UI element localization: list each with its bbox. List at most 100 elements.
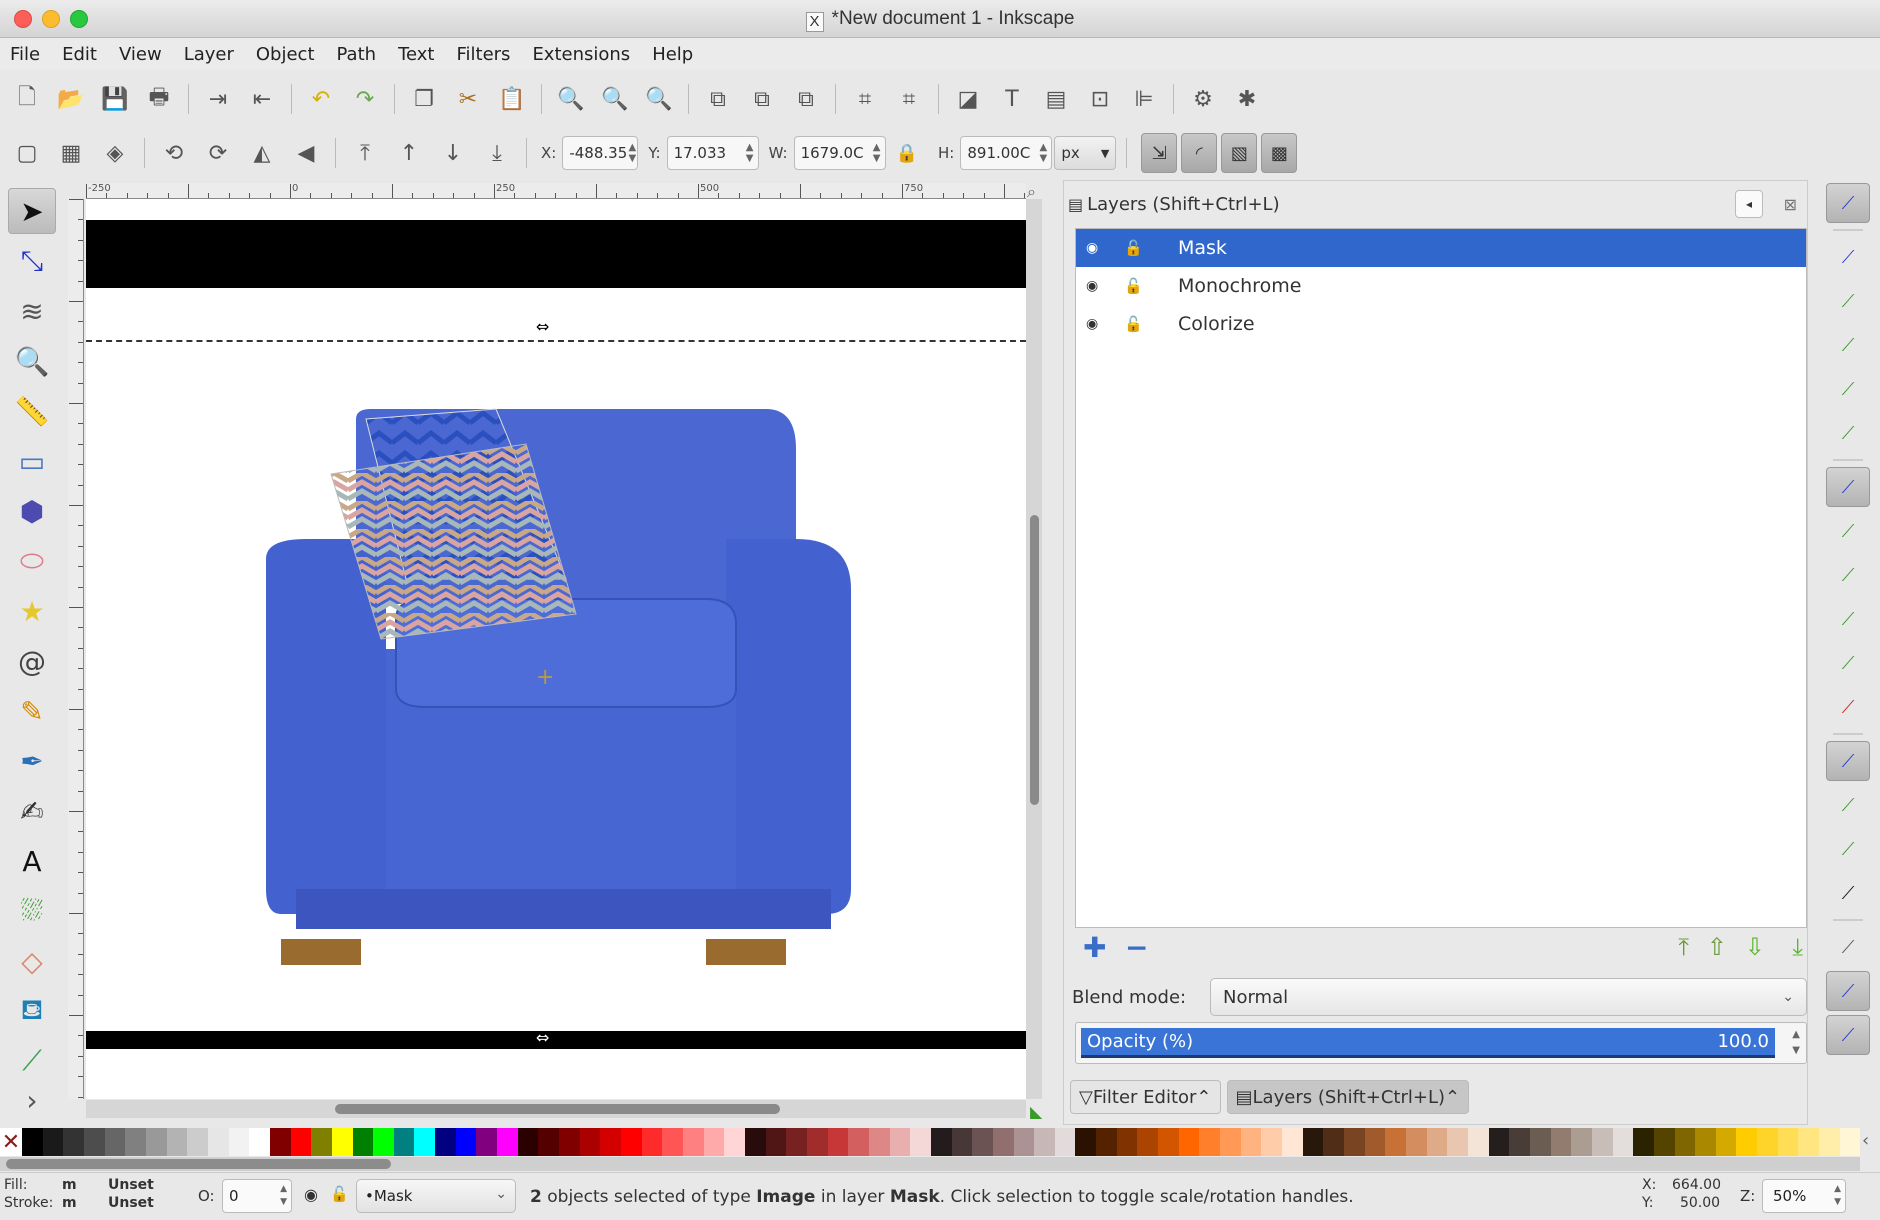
- color-swatch[interactable]: [290, 1128, 312, 1156]
- color-swatch[interactable]: [992, 1128, 1014, 1156]
- close-dock-button[interactable]: ⊠: [1784, 195, 1797, 214]
- menu-view[interactable]: View: [119, 44, 162, 65]
- color-swatch[interactable]: [1426, 1128, 1448, 1156]
- opacity-spinner[interactable]: ▲ ▼: [280, 1183, 287, 1209]
- duplicate-icon[interactable]: ⧉: [703, 84, 733, 114]
- color-swatch[interactable]: [83, 1128, 105, 1156]
- no-paint-swatch[interactable]: ✕: [0, 1128, 22, 1156]
- snap-page-border-icon[interactable]: ⟋: [1826, 927, 1870, 967]
- layer-visibility-icon[interactable]: ◉: [304, 1185, 318, 1204]
- undo-icon[interactable]: ↶: [306, 84, 336, 114]
- snap-bbox-edge-icon[interactable]: ⟋: [1826, 281, 1870, 321]
- transform-patterns-icon[interactable]: ▩: [1261, 133, 1298, 173]
- layer-row[interactable]: ◉ 🔓 Mask: [1076, 229, 1806, 267]
- lower-bottom-icon[interactable]: ⤓: [482, 138, 512, 168]
- pencil-tool-icon[interactable]: ✎: [8, 688, 56, 734]
- fill-stroke-icon[interactable]: ◪: [953, 84, 983, 114]
- raise-layer-top-button[interactable]: ⤒: [1678, 933, 1689, 961]
- menu-file[interactable]: File: [10, 44, 40, 65]
- x-field[interactable]: -488.35 ▲ ▼: [562, 136, 639, 170]
- color-swatch[interactable]: [621, 1128, 642, 1156]
- color-swatch[interactable]: [1302, 1128, 1324, 1156]
- y-field[interactable]: 17.033 ▲ ▼: [666, 136, 759, 170]
- layers-icon[interactable]: ▤: [1041, 84, 1071, 114]
- select-all-layers-icon[interactable]: ▦: [56, 138, 86, 168]
- zoom-spinner[interactable]: ▲ ▼: [1834, 1183, 1841, 1209]
- color-swatch[interactable]: [1695, 1128, 1716, 1156]
- color-swatch[interactable]: [1591, 1128, 1613, 1156]
- menu-text[interactable]: Text: [398, 44, 434, 65]
- color-swatch[interactable]: [1819, 1128, 1840, 1156]
- scale-stroke-icon[interactable]: ⇲: [1141, 133, 1178, 173]
- clone-icon[interactable]: ⧉: [747, 84, 777, 114]
- group-icon[interactable]: ⌗: [850, 84, 880, 114]
- flip-vertical-icon[interactable]: ◀: [291, 138, 321, 168]
- color-swatch[interactable]: [1488, 1128, 1510, 1156]
- color-swatch[interactable]: [848, 1128, 869, 1156]
- copy-icon[interactable]: ❐: [409, 84, 439, 114]
- color-swatch[interactable]: [1777, 1128, 1799, 1156]
- color-swatch[interactable]: [744, 1128, 766, 1156]
- color-swatch[interactable]: [765, 1128, 787, 1156]
- color-swatch[interactable]: [1633, 1128, 1654, 1156]
- scale-corners-icon[interactable]: ◜: [1181, 133, 1218, 173]
- color-swatch[interactable]: [1612, 1128, 1634, 1156]
- ellipse-tool-icon[interactable]: ⬭: [8, 538, 56, 584]
- unit-select[interactable]: px ▼: [1054, 136, 1117, 170]
- vertical-scroll-thumb[interactable]: [1030, 515, 1039, 805]
- color-swatch[interactable]: [166, 1128, 188, 1156]
- color-swatch[interactable]: [249, 1128, 270, 1156]
- snap-nodes-icon[interactable]: ⟋: [1826, 467, 1870, 507]
- connector-tool-icon[interactable]: ⟋: [8, 1038, 56, 1084]
- snap-bbox-center-icon[interactable]: ⟋: [1826, 413, 1870, 453]
- color-swatch[interactable]: [311, 1128, 332, 1156]
- snap-path-icon[interactable]: ⟋: [1826, 511, 1870, 551]
- color-swatch[interactable]: [1385, 1128, 1406, 1156]
- snap-guide-icon[interactable]: ⟋: [1826, 1015, 1870, 1055]
- canvas[interactable]: ⇔ + ⇔: [86, 199, 1026, 1099]
- rectangle-tool-icon[interactable]: ▭: [8, 438, 56, 484]
- raise-icon[interactable]: ↑: [394, 138, 424, 168]
- color-swatch[interactable]: [786, 1128, 807, 1156]
- color-swatch[interactable]: [104, 1128, 126, 1156]
- xml-editor-icon[interactable]: ⊡: [1085, 84, 1115, 114]
- redo-icon[interactable]: ↷: [350, 84, 380, 114]
- color-swatch[interactable]: [910, 1128, 931, 1156]
- color-swatch[interactable]: [1364, 1128, 1386, 1156]
- deselect-icon[interactable]: ◈: [100, 138, 130, 168]
- dock-tab-filter-editor[interactable]: ▽ Filter Editor ⌃: [1070, 1080, 1221, 1114]
- export-icon[interactable]: ⇤: [247, 84, 277, 114]
- visibility-eye-icon[interactable]: ◉: [1086, 316, 1106, 332]
- vertical-ruler[interactable]: [68, 199, 84, 1099]
- opacity-slider[interactable]: Opacity (%) 100.0 ▲ ▼: [1075, 1022, 1807, 1064]
- palette-menu-icon[interactable]: ‹: [1862, 1130, 1869, 1151]
- width-spinner[interactable]: ▲ ▼: [869, 142, 885, 164]
- color-swatch[interactable]: [435, 1128, 456, 1156]
- color-swatch[interactable]: [1220, 1128, 1241, 1156]
- transform-gradients-icon[interactable]: ▧: [1221, 133, 1258, 173]
- color-swatch[interactable]: [125, 1128, 146, 1156]
- rotate-cw-icon[interactable]: ⟳: [203, 138, 233, 168]
- dock-tab-layers[interactable]: ▤ Layers (Shift+Ctrl+L) ⌃: [1226, 1080, 1470, 1114]
- text-tool-icon[interactable]: A: [8, 838, 56, 884]
- lock-icon[interactable]: 🔓: [1124, 239, 1144, 257]
- color-swatch[interactable]: [1736, 1128, 1758, 1156]
- color-swatch[interactable]: [703, 1128, 725, 1156]
- black-bar-bottom[interactable]: [86, 1031, 1026, 1049]
- color-swatch[interactable]: [1178, 1128, 1200, 1156]
- color-swatch[interactable]: [641, 1128, 663, 1156]
- layer-row[interactable]: ◉ 🔓 Monochrome: [1076, 267, 1806, 305]
- rotate-ccw-icon[interactable]: ⟲: [159, 138, 189, 168]
- color-swatch[interactable]: [1137, 1128, 1159, 1156]
- layer-row[interactable]: ◉ 🔓 Colorize: [1076, 305, 1806, 343]
- color-swatch[interactable]: [972, 1128, 993, 1156]
- palette-scroll-thumb[interactable]: [6, 1159, 391, 1169]
- color-swatch[interactable]: [1405, 1128, 1427, 1156]
- snap-center-icon[interactable]: ⟋: [1826, 785, 1870, 825]
- opacity-field[interactable]: 0 ▲ ▼: [222, 1179, 292, 1213]
- menu-object[interactable]: Object: [256, 44, 315, 65]
- color-swatch[interactable]: [1199, 1128, 1221, 1156]
- horizontal-ruler[interactable]: -250 0 250 500 750: [86, 183, 1026, 199]
- color-swatch[interactable]: [1282, 1128, 1303, 1156]
- zoom-drawing-icon[interactable]: 🔍: [600, 84, 630, 114]
